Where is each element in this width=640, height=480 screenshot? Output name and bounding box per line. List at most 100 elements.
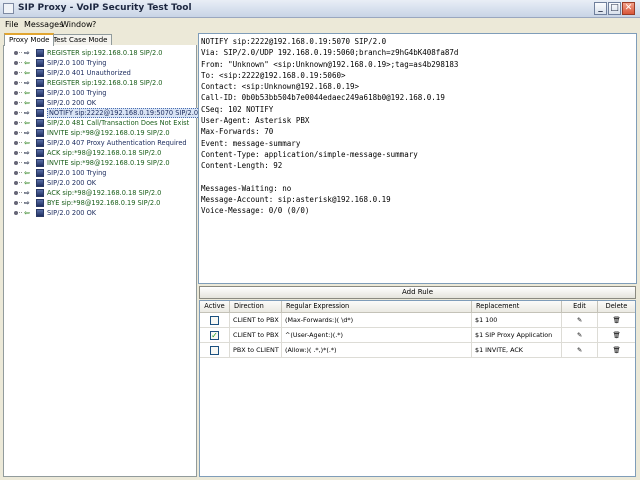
tree-item[interactable]: ⇨ REGISTER sip:192.168.0.18 SIP/2.0 [8,48,194,58]
tab-test-case-mode[interactable]: Test Case Mode [48,34,113,45]
tree-node-icon [14,71,18,75]
close-button[interactable]: ✕ [622,2,635,15]
tree-item-label: REGISTER sip:192.168.0.18 SIP/2.0 [47,49,163,57]
tree-item[interactable]: ⇨ ACK sip:*98@192.168.0.18 SIP/2.0 [8,148,194,158]
tree-item[interactable]: ⇦ SIP/2.0 481 Call/Transaction Does Not E… [8,118,194,128]
delete-icon[interactable]: 🗑 [598,328,635,343]
computer-icon [36,159,44,167]
computer-icon [36,89,44,97]
active-checkbox[interactable] [210,346,219,355]
message-line: To: <sip:2222@192.168.0.19:5060> [201,70,346,80]
edit-icon[interactable]: ✎ [562,343,598,358]
menu-bar: File Messages Window ? [0,18,640,31]
app-icon [3,3,14,14]
rule-row[interactable]: ✓ CLIENT to PBX ^(User-Agent:)(.*) $1 SIP P… [200,328,635,343]
tree-item[interactable]: ⇦ SIP/2.0 407 Proxy Authentication Requir… [8,138,194,148]
tree-item[interactable]: ⇨ REGISTER sip:192.168.0.18 SIP/2.0 [8,78,194,88]
tree-item[interactable]: ⇦ SIP/2.0 200 OK [8,98,194,108]
tree-item[interactable]: ⇦ SIP/2.0 200 OK [8,178,194,188]
edit-icon[interactable]: ✎ [562,313,598,328]
header-replacement[interactable]: Replacement [472,301,562,312]
tree-item-label: SIP/2.0 100 Trying [47,89,107,97]
computer-icon [36,119,44,127]
header-edit[interactable]: Edit [562,301,598,312]
header-active[interactable]: Active [200,301,230,312]
rule-direction: CLIENT to PBX [230,328,282,343]
computer-icon [36,209,44,217]
rule-replacement: $1 INVITE, ACK [472,343,562,358]
menu-window[interactable]: Window [61,20,93,29]
message-detail-panel[interactable]: NOTIFY sip:2222@192.168.0.19:5070 SIP/2.… [198,33,637,284]
tree-item[interactable]: ⇦ SIP/2.0 100 Trying [8,58,194,68]
outgoing-arrow-icon: ⇨ [24,189,30,197]
computer-icon [36,79,44,87]
menu-help[interactable]: ? [92,20,96,29]
tree-node-icon [14,141,18,145]
tree-item[interactable]: ⇦ SIP/2.0 100 Trying [8,88,194,98]
tree-item[interactable]: ⇨ ACK sip:*98@192.168.0.18 SIP/2.0 [8,188,194,198]
tree-item-label: REGISTER sip:192.168.0.18 SIP/2.0 [47,79,163,87]
tree-node-icon [14,131,18,135]
rule-regex: (Allow:)( .*,)*(.*) [282,343,472,358]
tree-node-icon [14,91,18,95]
incoming-arrow-icon: ⇦ [24,139,30,147]
tree-item-label: SIP/2.0 200 OK [47,179,97,187]
header-regex[interactable]: Regular Expression [282,301,472,312]
incoming-arrow-icon: ⇦ [24,99,30,107]
outgoing-arrow-icon: ⇨ [24,159,30,167]
delete-icon[interactable]: 🗑 [598,313,635,328]
tree-node-icon [14,191,18,195]
rule-row[interactable]: PBX to CLIENT (Allow:)( .*,)*(.*) $1 INVIT… [200,343,635,358]
title-bar: SIP Proxy - VoIP Security Test Tool _ □ … [0,0,640,18]
maximize-button[interactable]: □ [608,2,621,15]
delete-icon[interactable]: 🗑 [598,343,635,358]
computer-icon [36,59,44,67]
rules-table: Active Direction Regular Expression Repl… [199,300,636,477]
tab-proxy-mode[interactable]: Proxy Mode [4,33,55,46]
computer-icon [36,139,44,147]
computer-icon [36,69,44,77]
rule-direction: PBX to CLIENT [230,343,282,358]
computer-icon [36,169,44,177]
message-line: Via: SIP/2.0/UDP 192.168.0.19:5060;branc… [201,48,459,58]
tree-item[interactable]: ⇦ SIP/2.0 401 Unauthorized [8,68,194,78]
tree-item[interactable]: ⇨ INVITE sip:*98@192.168.0.19 SIP/2.0 [8,158,194,168]
outgoing-arrow-icon: ⇨ [24,199,30,207]
menu-messages[interactable]: Messages [24,20,63,29]
message-tree[interactable]: ⇨ REGISTER sip:192.168.0.18 SIP/2.0 ⇦ SIP/2… [3,45,201,477]
tree-node-icon [14,101,18,105]
tree-item[interactable]: ⇨ NOTIFY sip:2222@192.168.0.19:5070 SIP/2… [8,108,201,118]
message-line: Voice-Message: 0/0 (0/0) [201,206,310,216]
menu-file[interactable]: File [5,20,18,29]
tree-item[interactable]: ⇨ INVITE sip:*98@192.168.0.19 SIP/2.0 [8,128,194,138]
header-direction[interactable]: Direction [230,301,282,312]
message-line: Message-Account: sip:asterisk@192.168.0.… [201,195,391,205]
computer-icon [36,199,44,207]
window-title: SIP Proxy - VoIP Security Test Tool [18,3,192,13]
header-delete[interactable]: Delete [598,301,635,312]
active-checkbox[interactable] [210,316,219,325]
message-line: Content-Type: application/simple-message… [201,149,418,159]
tree-item-label: ACK sip:*98@192.168.0.18 SIP/2.0 [47,189,162,197]
computer-icon [36,179,44,187]
outgoing-arrow-icon: ⇨ [24,109,30,117]
tree-node-icon [14,61,18,65]
computer-icon [36,99,44,107]
active-checkbox[interactable]: ✓ [210,331,219,340]
tree-node-icon [14,111,18,115]
incoming-arrow-icon: ⇦ [24,179,30,187]
rule-row[interactable]: CLIENT to PBX (Max-Forwards:)( \d*) $1 100… [200,313,635,328]
computer-icon [36,149,44,157]
tree-item-label: INVITE sip:*98@192.168.0.19 SIP/2.0 [47,159,170,167]
computer-icon [36,189,44,197]
tree-item[interactable]: ⇨ BYE sip:*98@192.168.0.19 SIP/2.0 [8,198,194,208]
tree-node-icon [14,171,18,175]
message-line: Max-Forwards: 70 [201,127,274,137]
message-line: NOTIFY sip:2222@192.168.0.19:5070 SIP/2.… [201,37,387,46]
tree-item[interactable]: ⇦ SIP/2.0 200 OK [8,208,194,218]
add-rule-button[interactable]: Add Rule [199,286,636,299]
tree-item[interactable]: ⇦ SIP/2.0 100 Trying [8,168,194,178]
minimize-button[interactable]: _ [594,2,607,15]
tree-item-label: ACK sip:*98@192.168.0.18 SIP/2.0 [47,149,162,157]
edit-icon[interactable]: ✎ [562,328,598,343]
